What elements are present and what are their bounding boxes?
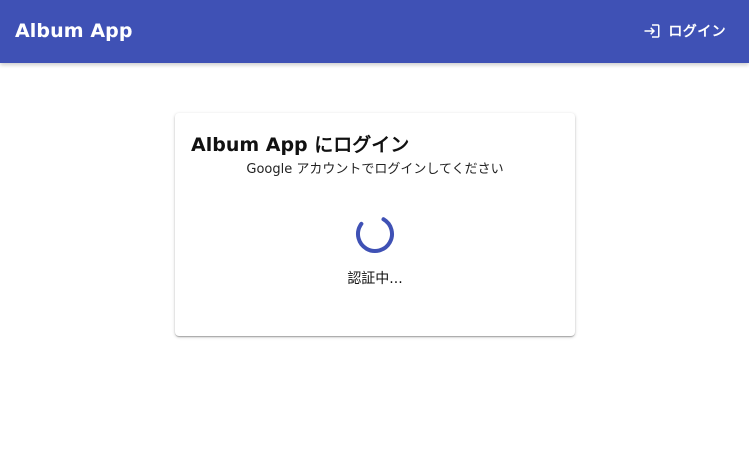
app-title: Album App: [15, 20, 133, 42]
card-title: Album App にログイン: [191, 134, 410, 156]
login-button[interactable]: ログイン: [634, 16, 735, 46]
login-button-label: ログイン: [668, 24, 726, 40]
login-icon: [643, 22, 661, 40]
app-bar: Album App ログイン: [0, 0, 749, 63]
auth-status-text: 認証中...: [347, 271, 403, 287]
card-subtitle: Google アカウントでログインしてください: [246, 162, 504, 177]
loading-spinner-icon: [355, 214, 395, 254]
login-card: Album App にログイン Google アカウントでログインしてください …: [175, 113, 575, 336]
